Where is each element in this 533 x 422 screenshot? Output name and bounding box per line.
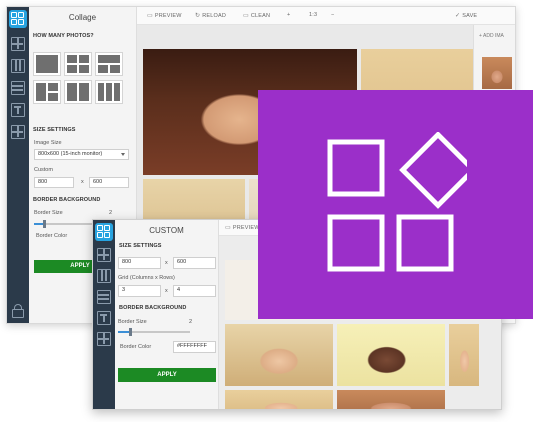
- columns-icon[interactable]: [97, 269, 111, 283]
- layout-thumb[interactable]: [64, 52, 92, 76]
- border-color-input[interactable]: #FFFFFFFF: [173, 341, 216, 353]
- rows-icon[interactable]: [11, 81, 25, 95]
- size-settings-heading: SIZE SETTINGS: [33, 127, 76, 133]
- text-layout-icon[interactable]: [97, 311, 111, 325]
- collage-photo[interactable]: [225, 324, 333, 386]
- add-images-button[interactable]: + ADD IMA: [479, 33, 504, 39]
- feature-badge: [258, 90, 533, 319]
- panel-title: CUSTOM: [149, 226, 184, 235]
- tool-rail: [7, 7, 29, 323]
- height-input[interactable]: 600: [89, 177, 129, 188]
- layout-thumb[interactable]: [64, 80, 92, 104]
- preview-button[interactable]: ▭ PREVIEW: [147, 12, 182, 19]
- tiles-icon[interactable]: [97, 332, 111, 346]
- height-input[interactable]: 600: [173, 257, 216, 269]
- panel-title: Collage: [68, 13, 97, 22]
- reload-label: RELOAD: [202, 13, 227, 19]
- clean-label: CLEAN: [250, 13, 271, 19]
- clean-button[interactable]: ▭ CLEAN: [243, 12, 270, 19]
- tiles-icon[interactable]: [11, 125, 25, 139]
- size-separator: x: [81, 179, 84, 185]
- save-label: SAVE: [462, 13, 478, 19]
- border-size-label: Border Size: [118, 319, 147, 325]
- collage-photo[interactable]: [337, 390, 445, 409]
- border-size-slider[interactable]: [118, 328, 190, 336]
- image-size-value: 800x600 (15-inch monitor): [38, 151, 103, 157]
- rows-icon[interactable]: [97, 290, 111, 304]
- layout-thumb[interactable]: [95, 52, 123, 76]
- app-logo-icon[interactable]: [95, 223, 113, 241]
- border-size-slider[interactable]: [34, 220, 94, 228]
- chevron-down-icon: [121, 153, 125, 156]
- image-size-label: Image Size: [34, 140, 62, 146]
- tool-rail: [93, 220, 115, 409]
- size-settings-heading: SIZE SETTINGS: [119, 243, 162, 249]
- width-input[interactable]: 800: [34, 177, 74, 188]
- collage-photo[interactable]: [337, 324, 445, 386]
- size-separator: x: [165, 260, 168, 266]
- top-toolbar: ▭ PREVIEW ↻ RELOAD ▭ CLEAN + 1:3 − ✓ SAVE: [137, 7, 515, 25]
- collage-photo[interactable]: [449, 324, 479, 386]
- grid-label: Grid (Columns x Rows): [118, 275, 175, 281]
- check-icon: ✓: [455, 13, 461, 19]
- border-color-label: Border Color: [36, 233, 68, 239]
- preview-label: PREVIEW: [154, 13, 182, 19]
- reload-icon: ↻: [195, 13, 201, 19]
- shapes-icon: [327, 132, 467, 272]
- custom-label: Custom: [34, 167, 53, 173]
- zoom-in-button[interactable]: +: [287, 12, 290, 18]
- border-bg-heading: BORDER BACKGROUND: [119, 305, 187, 311]
- layout-thumb[interactable]: [33, 80, 61, 104]
- text-layout-icon[interactable]: [11, 103, 25, 117]
- preview-icon: ▭: [225, 225, 231, 231]
- grid-separator: x: [165, 288, 168, 294]
- reload-button[interactable]: ↻ RELOAD: [195, 12, 226, 19]
- apply-button[interactable]: APPLY: [118, 368, 216, 382]
- grid-layout-icon[interactable]: [97, 248, 111, 262]
- preview-label: PREVIEW: [232, 225, 260, 231]
- rows-input[interactable]: 4: [173, 285, 216, 297]
- border-color-label: Border Color: [120, 344, 152, 350]
- border-size-value: 2: [189, 319, 193, 325]
- screenshot-stage: Collage HOW MANY PHOTOS? SIZE SETTINGS I…: [0, 0, 533, 422]
- width-input[interactable]: 800: [118, 257, 161, 269]
- zoom-ratio: 1:3: [309, 12, 318, 18]
- custom-settings-panel: CUSTOM SIZE SETTINGS 800 x 600 Grid (Col…: [115, 220, 219, 409]
- zoom-out-button[interactable]: −: [331, 12, 334, 18]
- preview-button[interactable]: ▭ PREVIEW: [225, 224, 260, 231]
- how-many-heading: HOW MANY PHOTOS?: [33, 33, 94, 39]
- collage-photo[interactable]: [225, 390, 333, 409]
- save-button[interactable]: ✓ SAVE: [455, 12, 477, 19]
- library-thumbnail[interactable]: [482, 57, 512, 89]
- columns-input[interactable]: 3: [118, 285, 161, 297]
- columns-icon[interactable]: [11, 59, 25, 73]
- layout-thumb[interactable]: [33, 52, 61, 76]
- clean-icon: ▭: [243, 13, 249, 19]
- app-logo-icon[interactable]: [9, 10, 27, 28]
- lock-icon[interactable]: [12, 304, 24, 318]
- preview-icon: ▭: [147, 13, 153, 19]
- grid-layout-icon[interactable]: [11, 37, 25, 51]
- layout-thumb[interactable]: [95, 80, 123, 104]
- image-size-select[interactable]: 800x600 (15-inch monitor): [34, 149, 129, 160]
- border-size-label: Border Size: [34, 210, 63, 216]
- border-size-value: 2: [109, 210, 113, 216]
- border-bg-heading: BORDER BACKGROUND: [33, 197, 101, 203]
